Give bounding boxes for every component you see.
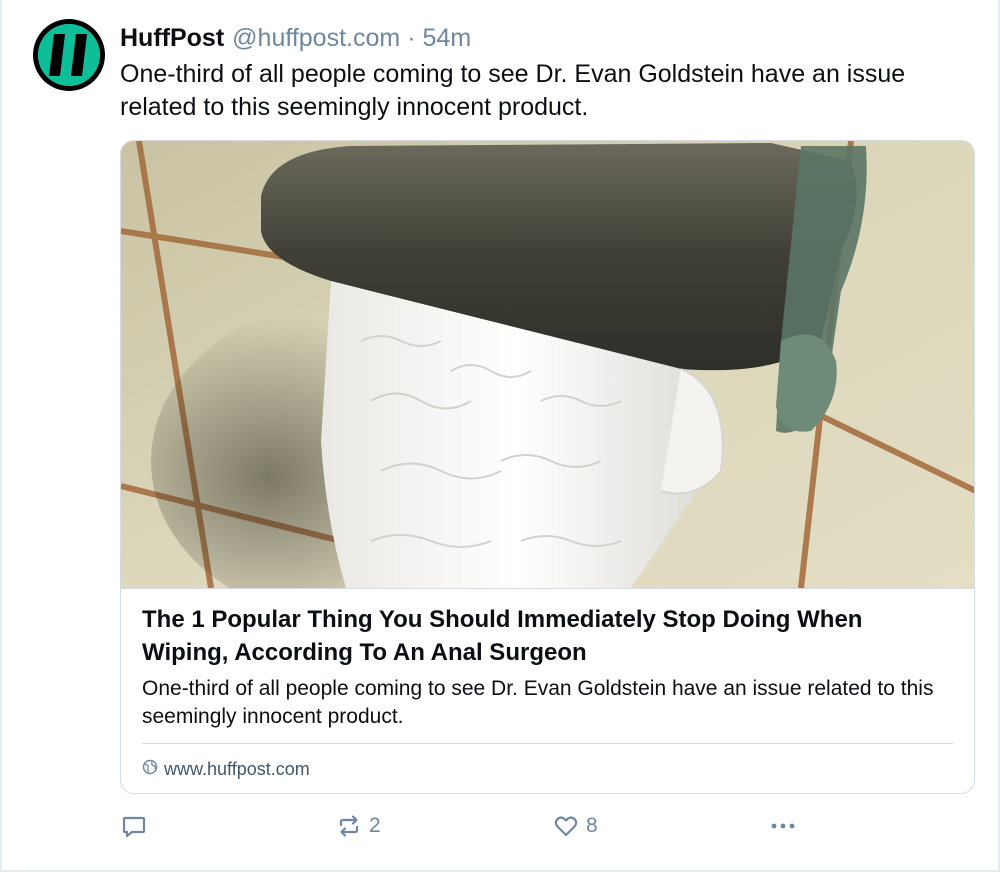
post-container[interactable]: HuffPost @huffpost.com · 54m One-third o… (0, 0, 1000, 872)
card-divider (142, 743, 953, 744)
card-body[interactable]: The 1 Popular Thing You Should Immediate… (121, 588, 974, 793)
more-icon (768, 812, 798, 840)
card-title[interactable]: The 1 Popular Thing You Should Immediate… (142, 603, 952, 669)
header-separator: · (407, 24, 416, 52)
link-card[interactable]: The 1 Popular Thing You Should Immediate… (120, 140, 975, 794)
author-handle[interactable]: @huffpost.com (232, 22, 400, 54)
reply-icon (120, 812, 148, 840)
like-button[interactable]: 8 (552, 808, 598, 844)
repost-button[interactable]: 2 (335, 808, 381, 844)
avatar[interactable] (33, 19, 105, 91)
reply-button[interactable] (120, 808, 148, 844)
post-timestamp[interactable]: 54m (423, 22, 472, 54)
more-button[interactable] (768, 808, 798, 844)
repost-count: 2 (369, 814, 381, 837)
post-header: HuffPost @huffpost.com · 54m (120, 22, 471, 54)
repost-icon (335, 812, 363, 840)
card-image (121, 141, 974, 588)
huffpost-logo-icon (38, 24, 100, 86)
toilet-paper-image-icon (121, 141, 974, 588)
globe-icon (142, 759, 158, 780)
like-count: 8 (586, 814, 598, 837)
card-domain: www.huffpost.com (164, 758, 310, 779)
card-domain-row[interactable]: www.huffpost.com (142, 755, 310, 783)
post-text: One-third of all people coming to see Dr… (120, 60, 906, 121)
heart-icon (552, 812, 580, 840)
author-name[interactable]: HuffPost (120, 22, 224, 54)
post-actions: 2 8 (120, 808, 810, 844)
card-description: One-third of all people coming to see Dr… (142, 677, 934, 728)
